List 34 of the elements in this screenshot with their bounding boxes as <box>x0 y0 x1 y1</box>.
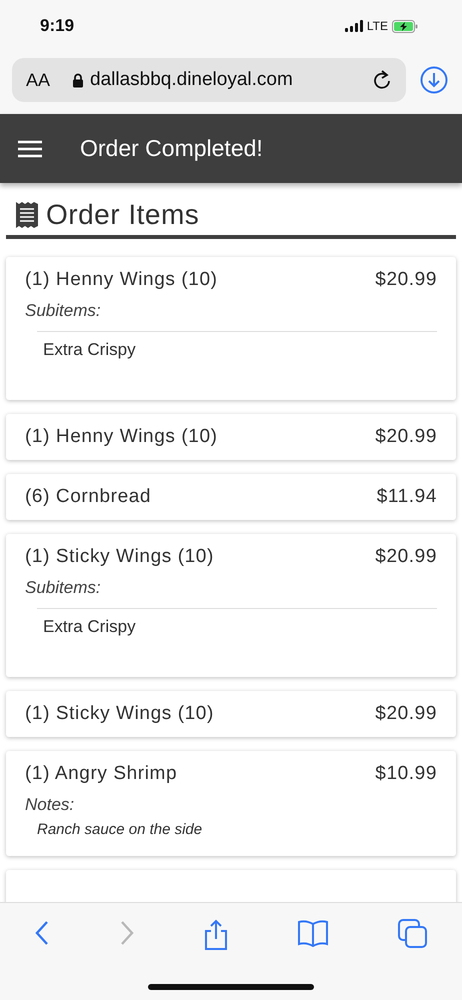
reload-icon[interactable] <box>372 69 392 91</box>
receipt-icon <box>16 202 38 228</box>
page-title: Order Completed! <box>80 135 263 162</box>
item-name: (1) Angry Shrimp <box>25 763 178 785</box>
lock-icon <box>72 72 84 88</box>
item-name: (6) Cornbread <box>25 486 152 508</box>
item-name: (1) Henny Wings (10) <box>25 426 218 448</box>
item-name: (1) Henny Wings (10) <box>25 269 218 291</box>
item-price: $10.99 <box>375 763 437 785</box>
battery-icon <box>392 20 418 32</box>
subitems-label: Subitems: <box>25 301 102 321</box>
item-price: $20.99 <box>375 269 437 291</box>
item-price: $20.99 <box>375 703 437 725</box>
subitems-label: Subitems: <box>25 578 102 598</box>
download-icon[interactable] <box>420 66 448 94</box>
notes-label: Notes: <box>25 795 76 815</box>
status-time: 9:19 <box>40 16 74 36</box>
text-size-button[interactable]: AA <box>26 70 50 90</box>
subitem-text: Extra Crispy <box>43 617 137 637</box>
menu-button[interactable] <box>18 140 42 158</box>
url-text: dallasbbq.dineloyal.com <box>90 69 294 91</box>
section-title: Order Items <box>46 199 200 231</box>
share-button[interactable] <box>202 919 229 951</box>
item-price: $20.99 <box>375 546 437 568</box>
address-bar[interactable]: AA dallasbbq.dineloyal.com <box>12 58 406 102</box>
item-price: $20.99 <box>375 426 437 448</box>
tabs-button[interactable] <box>398 919 428 951</box>
item-name: (1) Sticky Wings (10) <box>25 703 214 725</box>
item-price: $11.94 <box>376 486 437 508</box>
signal-icon <box>344 20 363 32</box>
network-label: LTE <box>366 19 388 33</box>
subitem-text: Extra Crispy <box>43 340 137 360</box>
item-name: (1) Sticky Wings (10) <box>25 546 214 568</box>
note-text: Ranch sauce on the side <box>37 821 204 838</box>
